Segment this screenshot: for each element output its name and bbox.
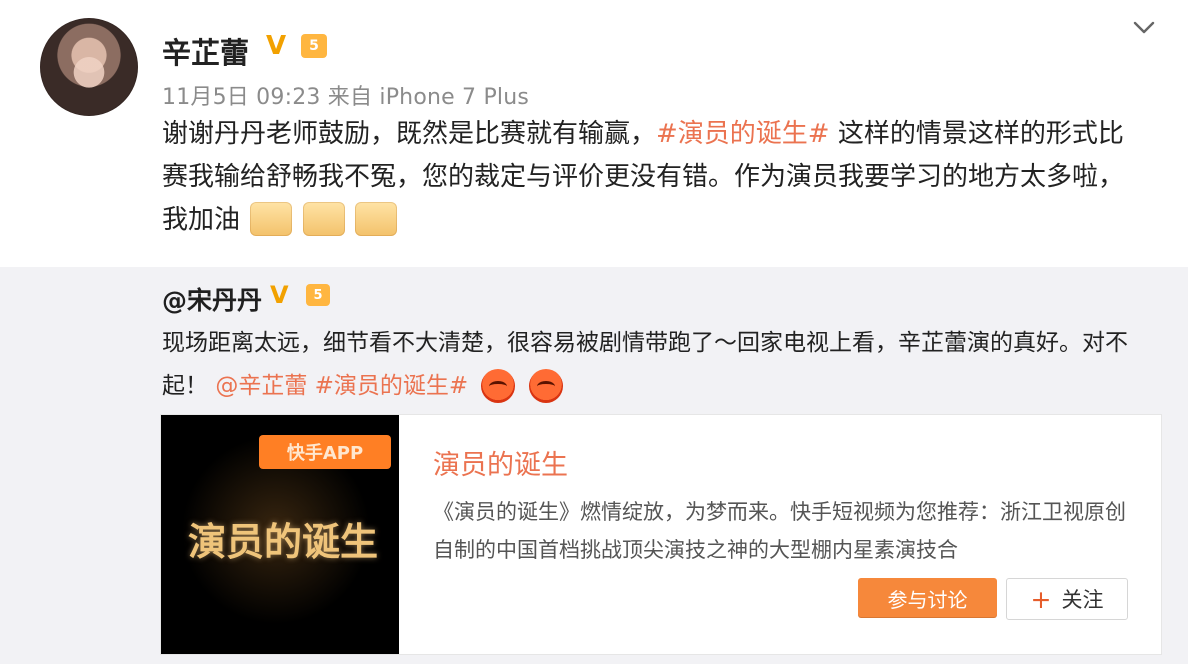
level-icon: 5: [301, 34, 327, 58]
muscle-emoji-icon: [354, 202, 397, 236]
post-time: 11月5日 09:23 来自 iPhone 7 Plus: [162, 79, 529, 111]
shared-card[interactable]: 快手APP 演员的诞生 演员的诞生 《演员的诞生》燃情绽放，为梦而来。快手短视频…: [160, 414, 1162, 655]
verified-icon: V: [265, 31, 287, 61]
level-icon: 5: [306, 284, 330, 306]
post-text: 谢谢丹丹老师鼓励，既然是比赛就有输赢，#演员的诞生# 这样的情景这样的形式比赛我…: [162, 113, 1142, 242]
quote-text: 现场距离太远，细节看不大清楚，很容易被剧情带跑了～回家电视上看，辛芷蕾演的真好。…: [162, 322, 1152, 408]
author-name[interactable]: 辛芷蕾: [162, 30, 249, 72]
join-discussion-button[interactable]: 参与讨论: [858, 578, 997, 618]
chevron-down-icon[interactable]: [1132, 18, 1156, 38]
app-badge: 快手APP: [259, 435, 391, 469]
source-text[interactable]: iPhone 7 Plus: [379, 85, 529, 110]
thumbnail-title: 演员的诞生: [187, 520, 378, 564]
time-text: 11月5日 09:23: [162, 85, 321, 110]
muscle-emoji-icon: [302, 202, 345, 236]
angry-face-icon: [481, 369, 516, 403]
follow-label: 关注: [1061, 588, 1104, 612]
muscle-emoji-icon: [250, 202, 293, 236]
post-text-before: 谢谢丹丹老师鼓励，既然是比赛就有输赢，: [162, 119, 657, 149]
plus-icon: +: [1030, 584, 1052, 614]
quote-mention[interactable]: @辛芷蕾: [215, 373, 307, 399]
card-thumbnail[interactable]: 快手APP 演员的诞生: [161, 415, 399, 654]
card-description: 《演员的诞生》燃情绽放，为梦而来。快手短视频为您推荐：浙江卫视原创自制的中国首档…: [433, 500, 1126, 562]
angry-face-icon: [528, 369, 563, 403]
avatar[interactable]: [40, 18, 138, 116]
card-title[interactable]: 演员的诞生: [433, 443, 568, 482]
source-prefix: 来自: [327, 85, 373, 110]
verified-icon: V: [270, 281, 289, 309]
quote-main-text: 现场距离太远，细节看不大清楚，很容易被剧情带跑了～回家电视上看，辛芷蕾演的真好。…: [162, 330, 1128, 399]
post-tag[interactable]: #演员的诞生#: [656, 119, 830, 149]
quote-tag[interactable]: #演员的诞生#: [315, 373, 469, 399]
follow-button[interactable]: + 关注: [1006, 578, 1128, 620]
quote-author[interactable]: @宋丹丹: [162, 281, 262, 317]
